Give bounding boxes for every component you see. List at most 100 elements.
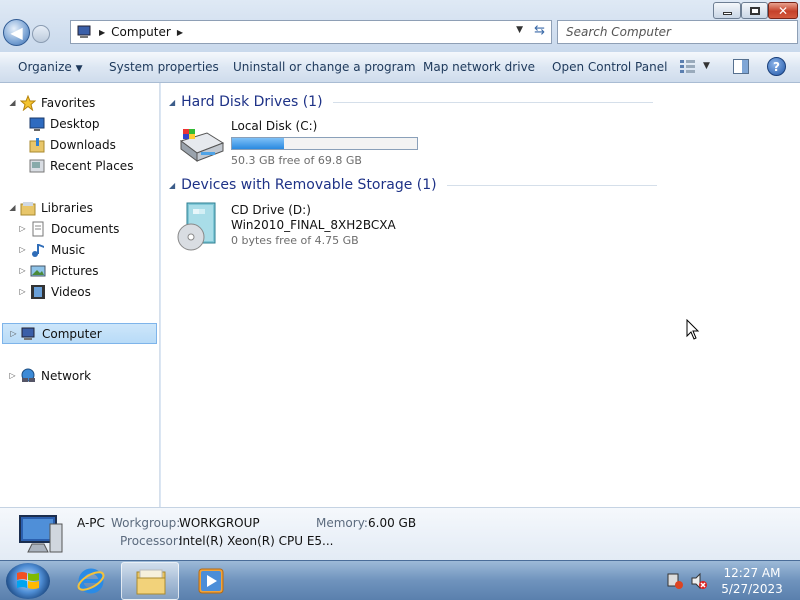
nav-recent-places[interactable]: Recent Places (26, 155, 133, 176)
group-divider (446, 184, 657, 186)
internet-explorer-icon (77, 568, 105, 594)
breadcrumb-arrow-icon[interactable]: ▶ (99, 28, 105, 37)
restore-button[interactable] (741, 2, 768, 19)
chevron-down-icon: ▼ (75, 64, 83, 74)
music-icon (32, 243, 44, 257)
libraries-icon (20, 201, 36, 215)
computer-icon (21, 327, 35, 340)
collapsed-triangle-icon[interactable]: ▷ (18, 224, 27, 233)
views-icon[interactable] (679, 59, 697, 74)
collapsed-triangle-icon[interactable]: ▷ (18, 245, 27, 254)
collapsed-triangle-icon[interactable]: ▷ (9, 329, 18, 338)
group-title: Devices with Removable Storage (1) (181, 177, 437, 193)
media-player-icon (198, 568, 224, 594)
cd-drive-icon (177, 202, 216, 251)
nav-videos[interactable]: ▷ Videos (18, 281, 91, 302)
drive-volume-label: Win2010_FINAL_8XH2BCXA (231, 218, 396, 232)
mouse-cursor-icon (686, 319, 700, 340)
drive-name: Local Disk (C:) (231, 119, 318, 133)
nav-label: Network (41, 368, 92, 383)
open-control-panel-button[interactable]: Open Control Panel (552, 60, 667, 74)
clock-time: 12:27 AM (723, 566, 781, 580)
nav-music[interactable]: ▷ Music (18, 239, 85, 260)
breadcrumb-arrow-icon[interactable]: ▶ (177, 28, 183, 37)
taskbar-windows-explorer[interactable] (121, 562, 179, 600)
help-icon[interactable]: ? (767, 57, 786, 76)
expanded-triangle-icon[interactable]: ◢ (8, 203, 17, 212)
volume-muted-icon[interactable] (690, 572, 708, 590)
forward-button[interactable] (32, 25, 50, 43)
preview-pane-icon[interactable] (733, 59, 749, 74)
folder-icon (136, 569, 166, 595)
address-bar[interactable]: ▶ Computer ▶ ▼ ⇆ (70, 20, 552, 44)
nav-label: Desktop (50, 116, 100, 131)
nav-label: Libraries (41, 200, 93, 215)
videos-icon (31, 284, 45, 299)
organize-button[interactable]: Organize ▼ (18, 60, 83, 74)
nav-libraries[interactable]: ◢ Libraries (8, 197, 93, 218)
workgroup-label: Workgroup: (111, 516, 181, 530)
chevron-down-icon[interactable]: ▼ (516, 25, 523, 35)
minimize-button[interactable] (713, 2, 741, 19)
chevron-down-icon[interactable]: ▼ (703, 61, 710, 71)
expanded-triangle-icon[interactable]: ◢ (169, 98, 175, 107)
back-button[interactable]: ◀ (3, 19, 30, 46)
nav-label: Videos (51, 284, 91, 299)
downloads-folder-icon (29, 137, 45, 152)
content-pane: ◢ Hard Disk Drives (1) Local Disk (C:) 5… (161, 83, 800, 507)
processor-label: Processor: (120, 534, 182, 548)
close-button[interactable]: ✕ (768, 2, 798, 19)
details-pane: A-PC Workgroup: WORKGROUP Memory: 6.00 G… (0, 507, 800, 560)
pictures-icon (30, 265, 46, 276)
clock-date: 5/27/2023 (721, 582, 783, 596)
drive-local-disk[interactable]: Local Disk (C:) 50.3 GB free of 69.8 GB (177, 117, 437, 167)
taskbar-media-player[interactable] (182, 562, 240, 600)
search-input[interactable]: Search Computer (557, 20, 798, 44)
refresh-icon[interactable]: ⇆ (534, 23, 545, 38)
nav-label: Downloads (50, 137, 116, 152)
nav-favorites[interactable]: ◢ Favorites (8, 92, 95, 113)
system-properties-button[interactable]: System properties (109, 60, 219, 74)
nav-label: Pictures (51, 263, 99, 278)
title-bar: ✕ ◀ ▶ Computer ▶ ▼ ⇆ Search Computer (0, 0, 800, 52)
start-button[interactable] (6, 563, 50, 599)
collapsed-triangle-icon[interactable]: ▷ (18, 266, 27, 275)
computer-name: A-PC (77, 516, 105, 530)
nav-label: Favorites (41, 95, 96, 110)
nav-downloads[interactable]: Downloads (26, 134, 116, 155)
group-title: Hard Disk Drives (1) (181, 94, 323, 110)
nav-computer[interactable]: ▷ Computer (2, 323, 157, 344)
nav-network[interactable]: ▷ Network (8, 365, 91, 386)
drive-free-space: 50.3 GB free of 69.8 GB (231, 154, 362, 167)
nav-documents[interactable]: ▷ Documents (18, 218, 119, 239)
drive-cd[interactable]: CD Drive (D:) Win2010_FINAL_8XH2BCXA 0 b… (177, 201, 477, 251)
navigation-pane: ◢ Favorites Desktop Downloads Recent Pla… (0, 83, 160, 507)
collapsed-triangle-icon[interactable]: ▷ (8, 371, 17, 380)
processor-value: Intel(R) Xeon(R) CPU E5... (179, 534, 334, 548)
nav-label: Recent Places (50, 158, 134, 173)
disk-usage-fill (232, 138, 284, 149)
expanded-triangle-icon[interactable]: ◢ (169, 181, 175, 190)
windows-logo-icon (17, 572, 39, 589)
computer-icon (19, 515, 63, 553)
map-network-drive-button[interactable]: Map network drive (423, 60, 535, 74)
collapsed-triangle-icon[interactable]: ▷ (18, 287, 27, 296)
nav-desktop[interactable]: Desktop (26, 113, 100, 134)
nav-label: Music (51, 242, 86, 257)
expanded-triangle-icon[interactable]: ◢ (8, 98, 17, 107)
uninstall-program-button[interactable]: Uninstall or change a program (233, 60, 416, 74)
memory-value: 6.00 GB (368, 516, 417, 530)
action-center-icon[interactable] (666, 572, 684, 590)
system-clock[interactable]: 12:27 AM 5/27/2023 (712, 565, 792, 597)
breadcrumb-computer[interactable]: Computer (111, 25, 171, 39)
arrow-left-icon: ◀ (10, 22, 23, 42)
nav-label: Documents (51, 221, 120, 236)
memory-label: Memory: (316, 516, 368, 530)
group-header-removable[interactable]: ◢ Devices with Removable Storage (1) (169, 175, 657, 195)
star-icon (20, 94, 36, 111)
desktop-icon (29, 117, 45, 131)
taskbar-internet-explorer[interactable] (62, 562, 120, 600)
computer-icon (77, 25, 91, 38)
group-header-hard-disk[interactable]: ◢ Hard Disk Drives (1) (169, 92, 653, 112)
nav-pictures[interactable]: ▷ Pictures (18, 260, 99, 281)
